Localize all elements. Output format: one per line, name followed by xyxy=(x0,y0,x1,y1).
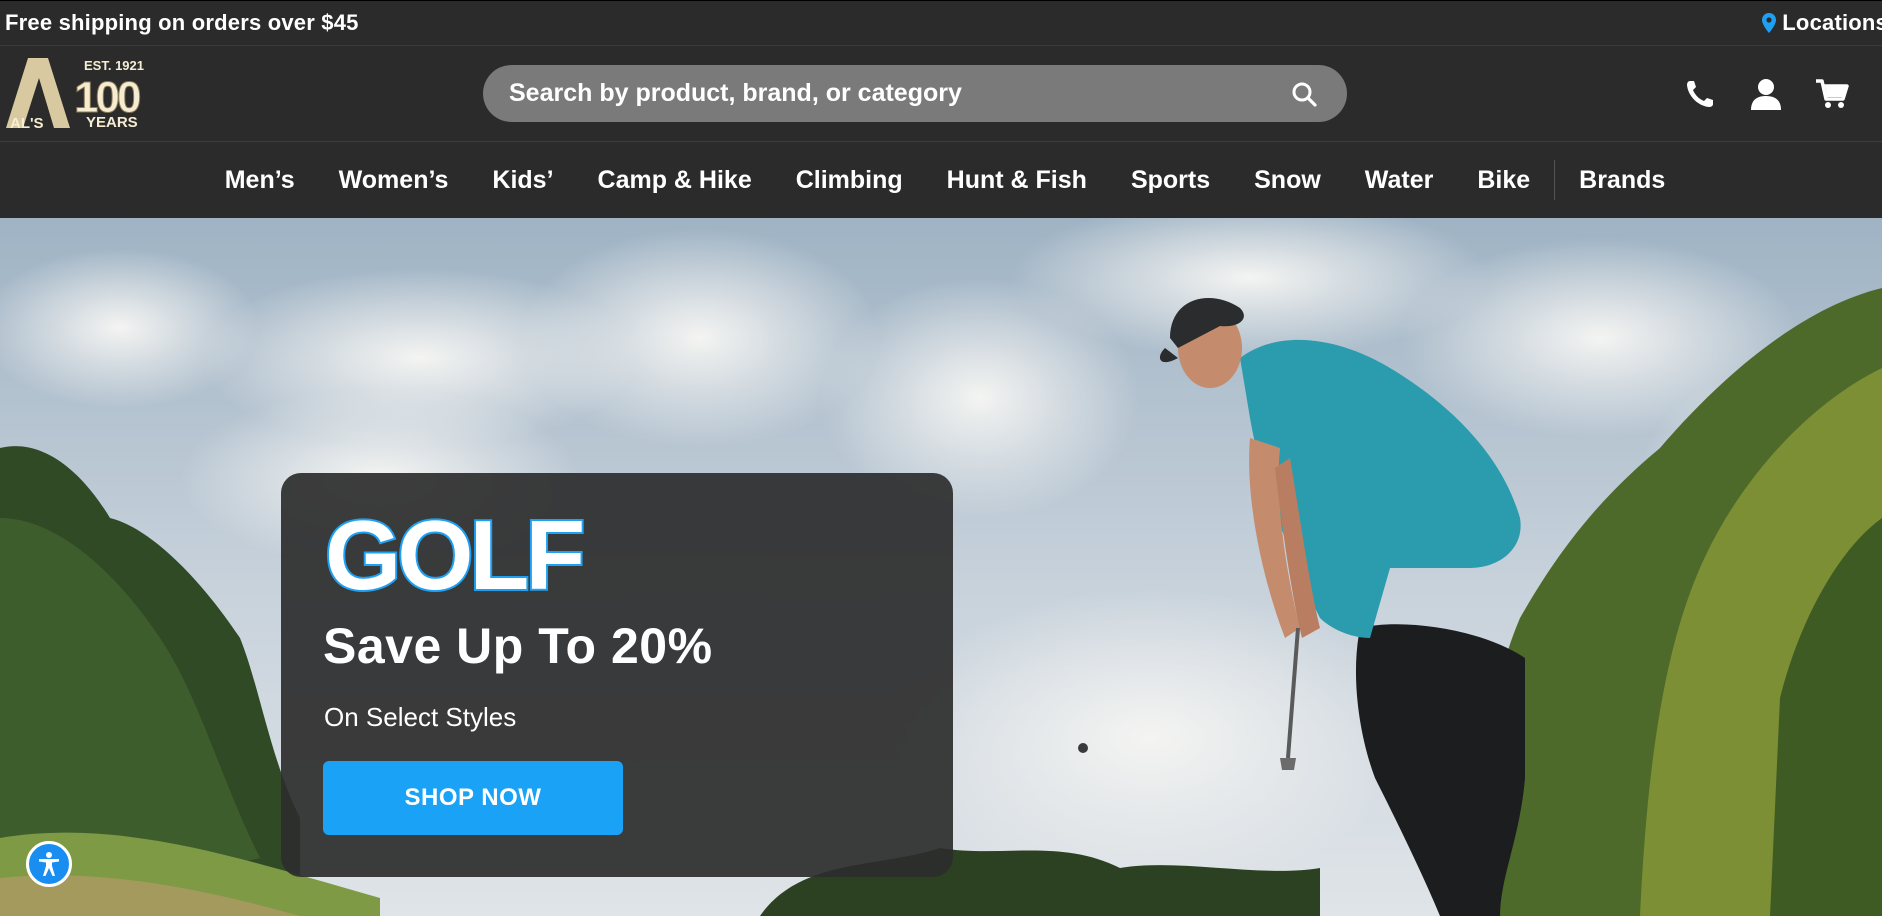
search-icon xyxy=(1292,82,1317,107)
promo-card: GOLF Save Up To 20% On Select Styles SHO… xyxy=(281,473,953,877)
logo-brand: AL'S xyxy=(10,115,44,130)
logo-years-word: YEARS xyxy=(86,114,138,130)
accessibility-icon xyxy=(39,852,59,876)
search-button[interactable] xyxy=(1287,77,1321,111)
promo-strip: Free shipping on orders over $45 Locatio… xyxy=(0,0,1882,46)
user-icon xyxy=(1751,79,1781,110)
promo-headline: Save Up To 20% xyxy=(323,618,713,674)
cart-button[interactable] xyxy=(1814,76,1850,112)
hero-banner[interactable]: GOLF Save Up To 20% On Select Styles SHO… xyxy=(0,218,1882,916)
nav-item-water[interactable]: Water xyxy=(1343,166,1456,195)
phone-button[interactable] xyxy=(1682,76,1718,112)
nav-item-sports[interactable]: Sports xyxy=(1109,166,1232,195)
nav-item-climbing[interactable]: Climbing xyxy=(774,166,925,195)
accessibility-button[interactable] xyxy=(26,841,72,887)
search-input[interactable] xyxy=(509,79,1287,108)
nav-item-bike[interactable]: Bike xyxy=(1455,166,1552,195)
map-pin-icon xyxy=(1762,13,1777,33)
main-nav: Men’s Women’s Kids’ Camp & Hike Climbing… xyxy=(0,142,1882,218)
nav-item-hunt-fish[interactable]: Hunt & Fish xyxy=(925,166,1109,195)
phone-icon xyxy=(1687,81,1713,107)
promo-subtext: On Select Styles xyxy=(324,702,517,732)
locations-label: Locations xyxy=(1782,10,1882,35)
site-logo[interactable]: AL'S EST. 1921 100 YEARS xyxy=(4,54,162,130)
free-shipping-message: Free shipping on orders over $45 xyxy=(5,10,359,35)
shop-now-button[interactable]: SHOP NOW xyxy=(323,761,623,835)
logo-est: EST. 1921 xyxy=(84,58,144,73)
site-header: AL'S EST. 1921 100 YEARS xyxy=(0,46,1882,142)
locations-link[interactable]: Locations xyxy=(1762,10,1882,36)
cart-icon xyxy=(1816,79,1849,108)
golf-title: GOLF xyxy=(323,500,587,610)
nav-item-camp-hike[interactable]: Camp & Hike xyxy=(576,166,774,195)
nav-divider xyxy=(1554,160,1556,200)
nav-item-snow[interactable]: Snow xyxy=(1232,166,1343,195)
account-button[interactable] xyxy=(1748,76,1784,112)
nav-item-womens[interactable]: Women’s xyxy=(317,166,471,195)
search-bar xyxy=(483,65,1347,122)
nav-item-kids[interactable]: Kids’ xyxy=(470,166,575,195)
nav-item-brands[interactable]: Brands xyxy=(1557,166,1687,195)
nav-item-mens[interactable]: Men’s xyxy=(203,166,317,195)
